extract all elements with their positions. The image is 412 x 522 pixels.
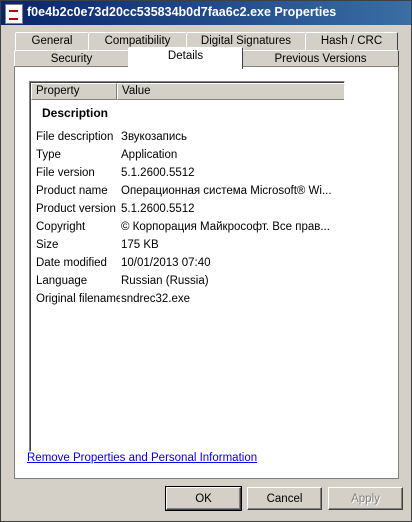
property-name: File description [36,131,114,143]
column-header-property[interactable]: Property [31,83,117,100]
tab-hash-crc[interactable]: Hash / CRC [305,32,398,51]
property-value: 5.1.2600.5512 [121,167,195,179]
apply-button[interactable]: Apply [328,487,403,510]
tab-general[interactable]: General [15,32,89,51]
list-item[interactable]: Copyright © Корпорация Майкрософт. Все п… [36,218,336,236]
list-item[interactable]: Language Russian (Russia) [36,272,336,290]
property-name: Date modified [36,257,107,269]
title-bar[interactable]: f0e4b2c0e73d20cc535834b0d7faa6c2.exe Pro… [1,1,411,25]
cancel-button[interactable]: Cancel [247,487,322,510]
details-list[interactable]: Property Value Description File descript… [29,81,345,452]
property-value: 10/01/2013 07:40 [121,257,211,269]
property-value: Russian (Russia) [121,275,209,287]
property-name: File version [36,167,95,179]
property-name: Product name [36,185,108,197]
property-value: sndrec32.exe [121,293,191,305]
property-name: Size [36,239,59,251]
properties-dialog: f0e4b2c0e73d20cc535834b0d7faa6c2.exe Pro… [0,0,412,522]
property-name: Product version [36,203,116,215]
list-item[interactable]: Product version 5.1.2600.5512 [36,200,336,218]
property-value: 175 KB [121,239,159,251]
property-value: © Корпорация Майкрософт. Все прав... [121,221,330,233]
window-title: f0e4b2c0e73d20cc535834b0d7faa6c2.exe Pro… [27,5,337,19]
property-name: Copyright [36,221,86,233]
details-panel: Property Value Description File descript… [14,66,399,479]
exe-file-icon [5,4,23,24]
list-item[interactable]: Size 175 KB [36,236,336,254]
list-item[interactable]: Product name Операционная система Micros… [36,182,336,200]
property-name: Original filename [36,293,120,305]
ok-button[interactable]: OK [165,486,242,511]
property-value: Звукозапись [121,131,188,143]
list-item[interactable]: File description Звукозапись [36,128,336,146]
list-item[interactable]: File version 5.1.2600.5512 [36,164,336,182]
remove-properties-link[interactable]: Remove Properties and Personal Informati… [27,452,257,464]
property-value: Операционная система Microsoft® Wi... [121,185,332,197]
property-name: Type [36,149,61,161]
list-header: Property Value [31,83,344,100]
list-item[interactable]: Date modified 10/01/2013 07:40 [36,254,336,272]
property-value: Application [121,149,178,161]
group-heading: Description [42,106,109,120]
column-header-value[interactable]: Value [117,83,344,100]
list-item[interactable]: Type Application [36,146,336,164]
list-item[interactable]: Original filename sndrec32.exe [36,290,336,308]
property-name: Language [36,275,88,287]
tab-details[interactable]: Details [128,47,243,69]
property-value: 5.1.2600.5512 [121,203,195,215]
